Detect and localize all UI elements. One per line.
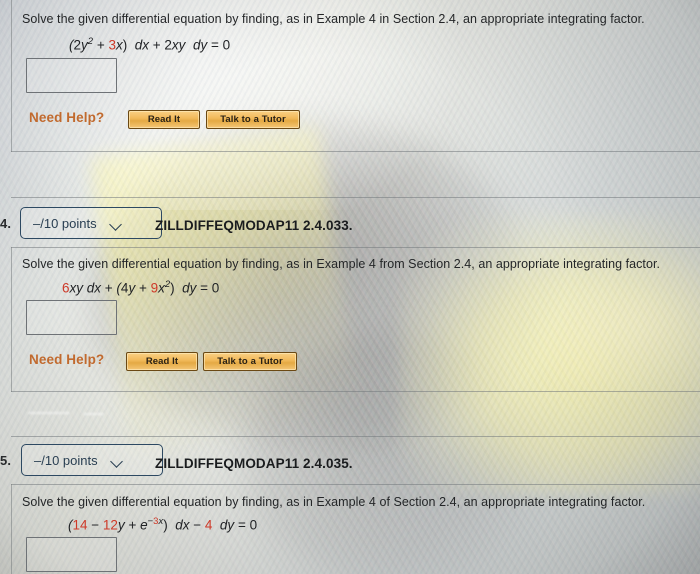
assignment-document: Solve the given differential equation by… — [0, 0, 700, 574]
card-header-divider — [11, 484, 700, 485]
question-number: 4. — [0, 216, 12, 231]
talk-to-a-tutor-button[interactable]: Talk to a Tutor — [203, 352, 297, 371]
need-help-label: Need Help? — [29, 110, 105, 125]
read-it-button[interactable]: Read It — [126, 352, 198, 371]
question-code: ZILLDIFFEQMODAP11 2.4.033. — [155, 218, 353, 233]
points-label: –/10 points — [34, 452, 98, 468]
question-prompt: Solve the given differential equation by… — [22, 257, 661, 271]
answer-input[interactable] — [26, 58, 117, 93]
question-equation: (2y2 + 3x) dx + 2xy dy = 0 — [69, 36, 231, 53]
question-equation: 6xy dx + (4y + 9x2) dy = 0 — [62, 279, 220, 296]
talk-to-a-tutor-button[interactable]: Talk to a Tutor — [206, 110, 300, 129]
card-header-divider — [11, 247, 700, 248]
points-dropdown[interactable]: –/10 points — [20, 207, 162, 239]
question-number: 5. — [0, 453, 12, 468]
card-top-divider — [11, 436, 700, 437]
card-top-divider — [11, 197, 700, 198]
surface-scuff — [84, 413, 104, 415]
points-label: –/10 points — [33, 215, 97, 231]
answer-input[interactable] — [26, 537, 117, 572]
screenshot-root: Solve the given differential equation by… — [0, 0, 700, 574]
question-equation: (14 − 12y + e−3x) dx − 4 dy = 0 — [68, 516, 258, 533]
points-dropdown[interactable]: –/10 points — [21, 444, 163, 476]
card-left-border — [11, 484, 12, 574]
question-prompt: Solve the given differential equation by… — [22, 12, 645, 26]
surface-scuff — [28, 412, 70, 414]
question-code: ZILLDIFFEQMODAP11 2.4.035. — [155, 456, 353, 471]
chevron-down-icon — [112, 457, 123, 464]
chevron-down-icon — [111, 220, 122, 227]
read-it-button[interactable]: Read It — [128, 110, 200, 129]
card-bottom-divider — [11, 391, 700, 392]
card-bottom-divider — [11, 151, 700, 152]
question-prompt: Solve the given differential equation by… — [22, 495, 646, 509]
answer-input[interactable] — [26, 300, 117, 335]
card-left-border — [11, 247, 12, 392]
card-left-border — [11, 0, 12, 152]
need-help-label: Need Help? — [29, 352, 105, 367]
